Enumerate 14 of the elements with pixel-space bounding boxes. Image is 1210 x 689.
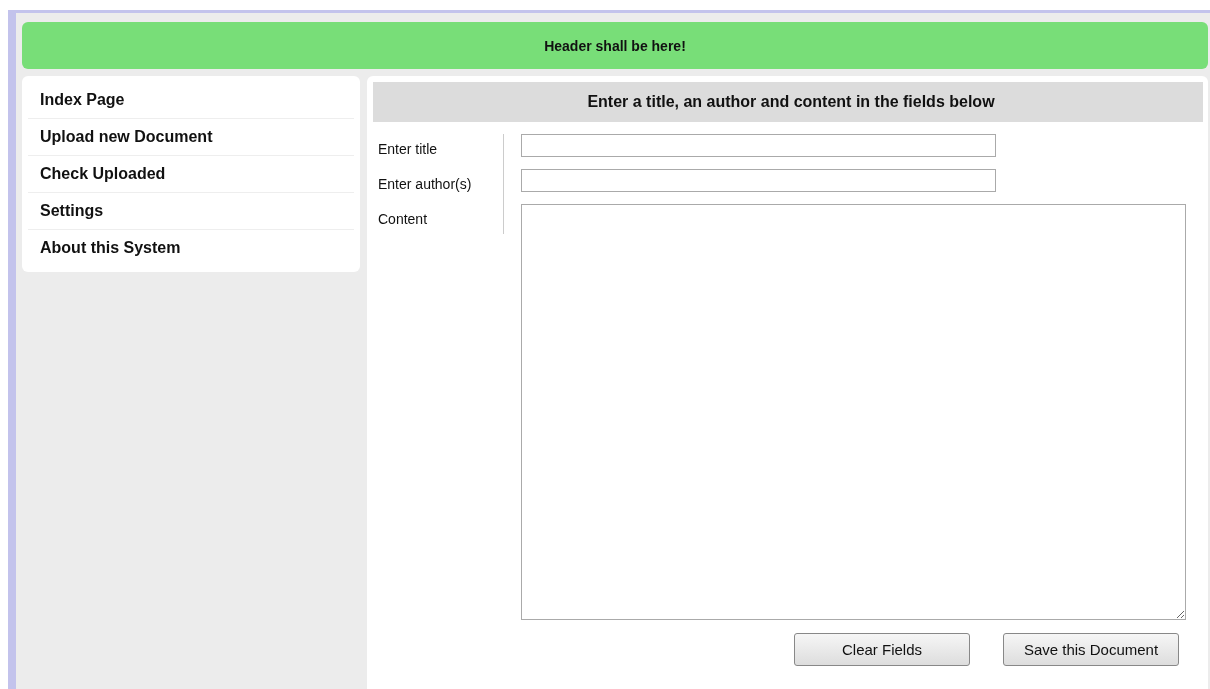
field-label: Enter title <box>378 140 439 158</box>
nav-link[interactable]: About this System <box>28 230 354 266</box>
nav-link[interactable]: Settings <box>28 193 354 230</box>
form-button[interactable]: Save this Document <box>1003 633 1179 666</box>
text-field[interactable] <box>521 134 996 157</box>
field-label: Enter author(s) <box>378 175 473 193</box>
text-field[interactable] <box>521 169 996 192</box>
nav-link[interactable]: Check Uploaded <box>28 156 354 193</box>
field-label: Content <box>378 210 429 228</box>
form-button[interactable]: Clear Fields <box>794 633 970 666</box>
page-header: Header shall be here! <box>22 22 1208 69</box>
nav-link[interactable]: Upload new Document <box>28 119 354 156</box>
form-title: Enter a title, an author and content in the fields below <box>373 82 1203 122</box>
nav-link[interactable]: Index Page <box>28 82 354 119</box>
